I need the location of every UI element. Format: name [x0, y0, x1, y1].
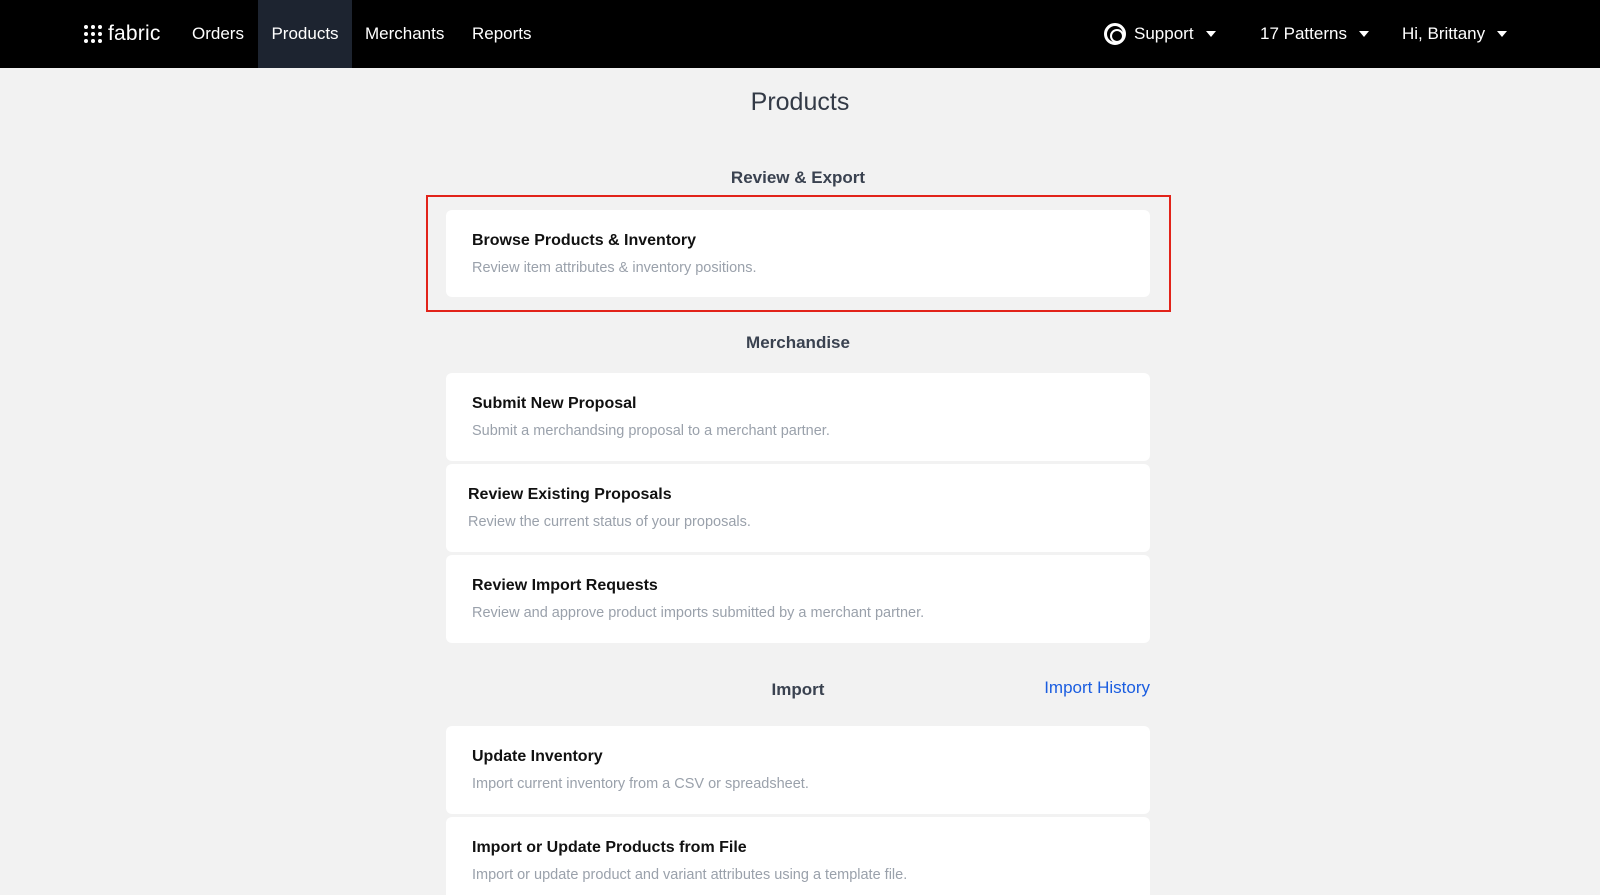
- caret-down-icon: [1358, 31, 1369, 37]
- card-title: Review Existing Proposals: [468, 486, 672, 503]
- user-greeting: Hi, Brittany: [1402, 24, 1486, 43]
- card-description: Review the current status of your propos…: [468, 514, 751, 530]
- top-navigation-bar: fabric Orders Products Merchants Reports…: [0, 0, 1600, 68]
- card-update-inventory[interactable]: Update Inventory Import current inventor…: [446, 726, 1150, 814]
- card-description: Import or update product and variant att…: [472, 867, 908, 883]
- card-description: Review and approve product imports submi…: [472, 605, 925, 621]
- card-description: Import current inventory from a CSV or s…: [472, 776, 809, 792]
- card-title: Submit New Proposal: [472, 395, 637, 412]
- lifebuoy-icon: [1104, 23, 1126, 45]
- brand-name: fabric: [108, 22, 161, 45]
- support-label: Support: [1134, 24, 1194, 43]
- organization-label: 17 Patterns: [1260, 24, 1347, 43]
- card-review-import-requests[interactable]: Review Import Requests Review and approv…: [446, 555, 1150, 643]
- page-title: Products: [750, 88, 850, 116]
- card-title: Review Import Requests: [472, 577, 658, 594]
- nav-reports[interactable]: Reports: [460, 0, 544, 68]
- dots-grid-icon: [84, 25, 102, 43]
- section-heading-merchandise: Merchandise: [746, 333, 850, 352]
- card-description: Submit a merchandsing proposal to a merc…: [472, 423, 830, 439]
- card-review-existing-proposals[interactable]: Review Existing Proposals Review the cur…: [446, 464, 1150, 552]
- card-import-update-products-from-file[interactable]: Import or Update Products from File Impo…: [446, 817, 1150, 895]
- caret-down-icon: [1205, 31, 1216, 37]
- card-submit-new-proposal[interactable]: Submit New Proposal Submit a merchandsin…: [446, 373, 1150, 461]
- card-title: Update Inventory: [472, 748, 603, 765]
- caret-down-icon: [1497, 31, 1508, 37]
- nav-merchants[interactable]: Merchants: [353, 0, 456, 68]
- nav-products[interactable]: Products: [258, 0, 352, 68]
- nav-orders[interactable]: Orders: [180, 0, 256, 68]
- import-history-link[interactable]: Import History: [1044, 678, 1150, 698]
- fabric-logo[interactable]: fabric: [84, 22, 161, 46]
- card-title: Import or Update Products from File: [472, 839, 747, 856]
- highlight-annotation: [426, 195, 1171, 312]
- user-menu[interactable]: Hi, Brittany: [1402, 0, 1508, 68]
- organization-menu[interactable]: 17 Patterns: [1260, 0, 1369, 68]
- support-menu[interactable]: Support: [1104, 0, 1216, 68]
- section-heading-review-export: Review & Export: [730, 168, 866, 187]
